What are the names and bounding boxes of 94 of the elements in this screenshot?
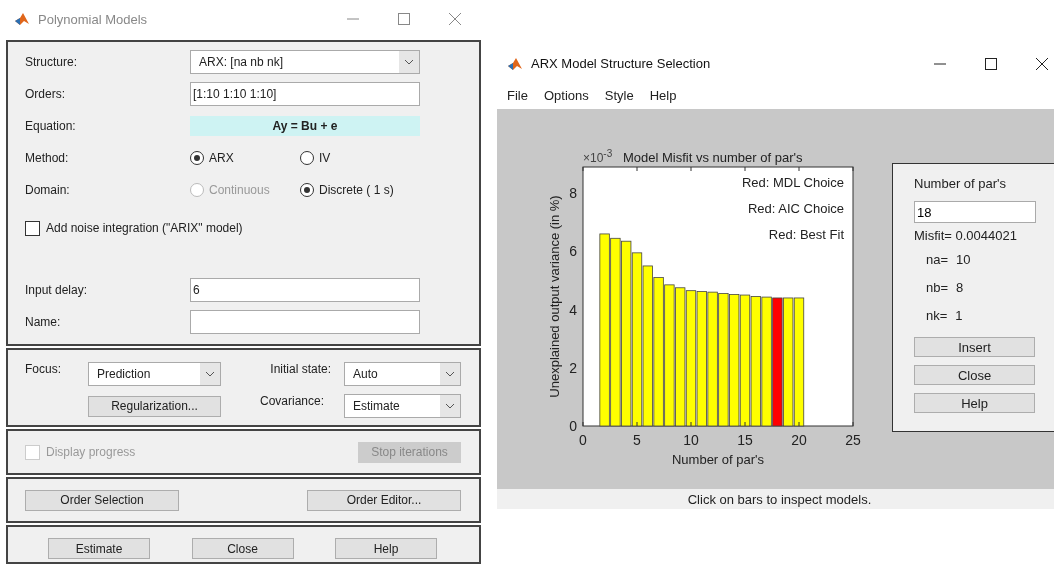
misfit-text: Misfit= 0.0044021: [914, 228, 1018, 243]
bar[interactable]: [685, 290, 697, 427]
bar[interactable]: [696, 291, 707, 427]
action-button[interactable]: Close: [191, 538, 294, 559]
chevron-down-icon: [445, 403, 455, 409]
bar[interactable]: [599, 233, 610, 427]
y-tick-label: 6: [569, 243, 577, 260]
x-tick-label: 10: [683, 432, 699, 448]
bar[interactable]: [793, 297, 805, 427]
input-delay-field[interactable]: 6: [190, 278, 420, 302]
bar[interactable]: [642, 265, 653, 427]
y-tick-label: 4: [569, 301, 577, 318]
parameter-count-label: Number of par's: [914, 176, 1008, 191]
structure-dropdown[interactable]: ARX: [na nb nk]: [190, 50, 420, 74]
bar[interactable]: [610, 237, 621, 427]
axis-multiplier: ×10$^{-3}$: [583, 147, 613, 165]
param-label: nb=: [926, 279, 949, 295]
y-tick-label: 2: [569, 359, 577, 376]
bar[interactable]: [675, 287, 686, 427]
radio-label: Continuous: [209, 183, 270, 197]
focus-dropdown[interactable]: Prediction: [88, 362, 221, 386]
window-title: Polynomial Models: [38, 11, 149, 27]
action-button[interactable]: Help: [335, 538, 437, 559]
x-tick-label: 0: [579, 432, 587, 448]
radio-button[interactable]: [300, 183, 314, 197]
side-button[interactable]: Close: [914, 365, 1035, 385]
covariance-dropdown[interactable]: Estimate: [344, 394, 461, 418]
equation-text: Ay = Bu + e: [190, 116, 420, 136]
covariance-label: Covariance:: [258, 394, 325, 408]
regularization-button[interactable]: Regularization...: [88, 395, 221, 417]
app-logo-icon: [14, 11, 30, 27]
name-field[interactable]: [190, 310, 420, 334]
menu-item[interactable]: Help: [649, 88, 677, 103]
param-label: nk=: [926, 307, 948, 323]
action-button[interactable]: Estimate: [48, 538, 150, 559]
menu-item[interactable]: Options: [543, 88, 589, 103]
side-button[interactable]: Insert: [914, 337, 1035, 357]
x-tick-label: 20: [791, 432, 807, 448]
param-value: 8: [956, 279, 964, 295]
noise-integration-checkbox[interactable]: Add noise integration ("ARIX" model): [25, 220, 243, 236]
bar[interactable]: [621, 240, 632, 427]
initial-state-label: Initial state:: [269, 362, 332, 376]
y-axis-label: Unexplained output variance (in %): [547, 195, 562, 398]
param-value: 1: [955, 307, 963, 323]
y-tick-label: 8: [569, 185, 577, 202]
orders-label: Orders:: [25, 87, 66, 101]
chevron-down-icon: [205, 371, 215, 377]
chevron-down-icon: [445, 371, 455, 377]
chevron-down-icon: [404, 59, 414, 65]
bar[interactable]: [729, 294, 740, 427]
order-editor-button[interactable]: Order Editor...: [307, 489, 461, 511]
status-text: Click on bars to inspect models.: [687, 491, 872, 507]
chart-title: Model Misfit vs number of par's: [623, 150, 803, 165]
radio-label: IV: [319, 151, 331, 165]
name-label: Name:: [25, 315, 62, 329]
structure-label: Structure:: [25, 55, 79, 69]
chart-annotation: Red: MDL Choice: [741, 175, 844, 190]
bar[interactable]: [761, 296, 772, 427]
radio-button[interactable]: [190, 151, 204, 165]
input-delay-label: Input delay:: [25, 283, 89, 297]
x-axis-label: Number of par's: [671, 452, 765, 467]
param-label: na=: [926, 251, 949, 267]
equation-label: Equation:: [25, 119, 77, 133]
radio-label: ARX: [209, 151, 234, 165]
window-title: ARX Model Structure Selection: [531, 56, 712, 71]
bar[interactable]: [783, 297, 794, 427]
close-icon[interactable]: [1036, 57, 1048, 70]
x-tick-label: 5: [633, 432, 641, 448]
bar[interactable]: [664, 284, 675, 427]
chart-annotation: Red: Best Fit: [768, 227, 844, 242]
chart-annotation: Red: AIC Choice: [747, 201, 844, 216]
radio-label: Discrete ( 1 s): [319, 183, 394, 197]
menu-item[interactable]: File: [507, 88, 528, 103]
order-selection-button[interactable]: Order Selection: [25, 489, 179, 511]
x-tick-label: 15: [737, 432, 753, 448]
maximize-icon[interactable]: [985, 57, 997, 70]
bar[interactable]: [631, 252, 643, 427]
method-label: Method:: [25, 151, 70, 165]
side-button[interactable]: Help: [914, 393, 1035, 413]
y-tick-label: 0: [569, 418, 577, 434]
initial-state-dropdown[interactable]: Auto: [344, 362, 461, 386]
domain-label: Domain:: [25, 183, 71, 197]
bar[interactable]: [707, 291, 718, 427]
bar[interactable]: [750, 296, 761, 427]
param-value: 10: [956, 251, 971, 267]
x-tick-label: 25: [845, 432, 861, 448]
radio-button[interactable]: [300, 151, 314, 165]
orders-field[interactable]: [1:10 1:10 1:10]: [190, 82, 420, 106]
focus-label: Focus:: [25, 362, 62, 376]
bar[interactable]: [739, 294, 751, 427]
bar[interactable]: [718, 293, 729, 427]
parameter-count-field[interactable]: 18: [914, 201, 1036, 223]
menu-item[interactable]: Style: [604, 88, 634, 103]
bar[interactable]: [653, 277, 664, 427]
